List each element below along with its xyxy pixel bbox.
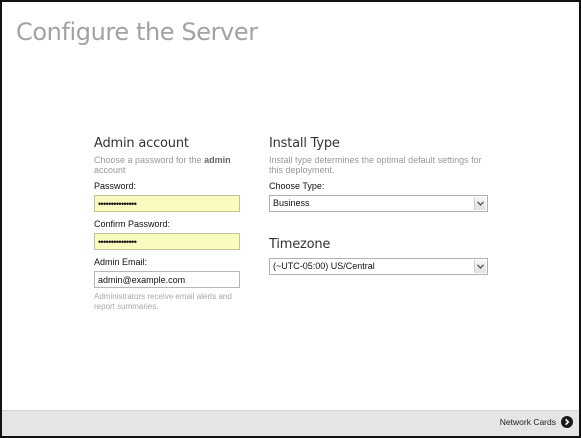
next-network-cards-button[interactable]: Network Cards [500, 416, 573, 428]
password-field[interactable] [94, 195, 240, 212]
install-type-description: Install type determines the optimal defa… [269, 155, 482, 175]
timezone-heading: Timezone [269, 237, 331, 252]
install-type-section: Install Type Install type determines the… [269, 135, 489, 275]
chevron-down-icon [474, 197, 486, 210]
timezone-select[interactable]: (~UTC-05:00) US/Central [269, 258, 488, 275]
page-title: Configure the Server [16, 18, 258, 46]
install-type-select[interactable]: Business [269, 195, 488, 212]
admin-desc-bold: admin [204, 155, 231, 165]
choose-type-label: Choose Type: [269, 181, 325, 191]
install-type-value: Business [273, 198, 310, 208]
admin-desc-text-end: account [94, 165, 126, 175]
admin-account-section: Admin account Choose a password for the … [94, 135, 242, 312]
setup-window: Configure the Server Admin account Choos… [0, 0, 581, 438]
admin-email-label: Admin Email: [94, 257, 148, 267]
admin-email-field[interactable] [94, 271, 240, 288]
password-label: Password: [94, 181, 137, 191]
admin-account-description: Choose a password for the admin account [94, 155, 242, 175]
confirm-password-label: Confirm Password: [94, 219, 171, 229]
footer-bar: Network Cards [2, 410, 579, 436]
confirm-password-field[interactable] [94, 233, 240, 250]
install-type-heading: Install Type [269, 136, 340, 151]
admin-email-help: Administrators receive email alerts and … [94, 292, 232, 311]
chevron-down-icon [474, 260, 486, 273]
next-label: Network Cards [499, 417, 556, 427]
admin-account-heading: Admin account [94, 136, 189, 151]
admin-desc-text: Choose a password for the [94, 155, 205, 165]
arrow-right-circle-icon [561, 416, 573, 428]
timezone-value: (~UTC-05:00) US/Central [273, 261, 375, 271]
